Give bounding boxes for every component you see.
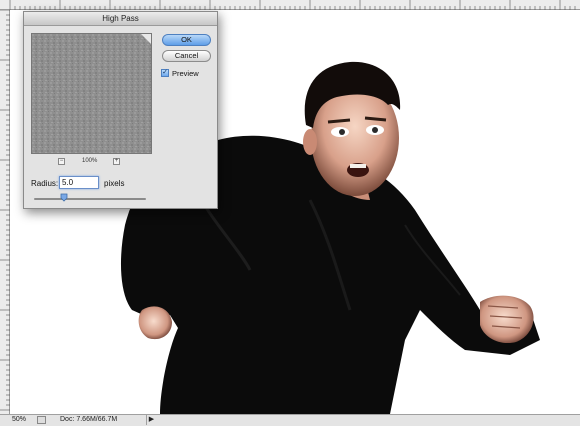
preview-texture [32, 34, 151, 153]
preview-checkbox[interactable]: ✓ [161, 69, 169, 77]
horizontal-ruler[interactable] [0, 0, 580, 10]
zoom-out-button[interactable]: − [58, 158, 65, 165]
zoom-in-button[interactable]: + [113, 158, 120, 165]
high-pass-dialog: High Pass − 100% + OK Cancel ✓ Preview R… [23, 11, 218, 209]
status-bar: 50% Doc: 7.66M/66.7M ▶ [0, 414, 580, 426]
radius-input[interactable]: 5.0 [59, 176, 99, 189]
radius-label: Radius: [31, 179, 59, 188]
status-bar-icon[interactable] [37, 416, 46, 424]
cancel-button[interactable]: Cancel [162, 50, 211, 62]
radius-slider-thumb[interactable] [60, 193, 68, 202]
status-menu-arrow-icon[interactable]: ▶ [146, 415, 156, 425]
preview-zoom-controls: − 100% + [58, 158, 128, 168]
dialog-title[interactable]: High Pass [24, 12, 217, 26]
vertical-ruler[interactable] [0, 10, 10, 414]
preview-corner-fold-icon [141, 34, 151, 44]
document-size-info: Doc: 7.66M/66.7M [60, 416, 118, 423]
zoom-level[interactable]: 50% [12, 416, 26, 423]
zoom-percent: 100% [82, 158, 98, 164]
radius-unit-label: pixels [104, 179, 125, 188]
ok-button[interactable]: OK [162, 34, 211, 46]
preview-checkbox-label: Preview [172, 69, 199, 78]
radius-slider-track[interactable] [34, 198, 146, 200]
filter-preview[interactable] [31, 33, 152, 154]
